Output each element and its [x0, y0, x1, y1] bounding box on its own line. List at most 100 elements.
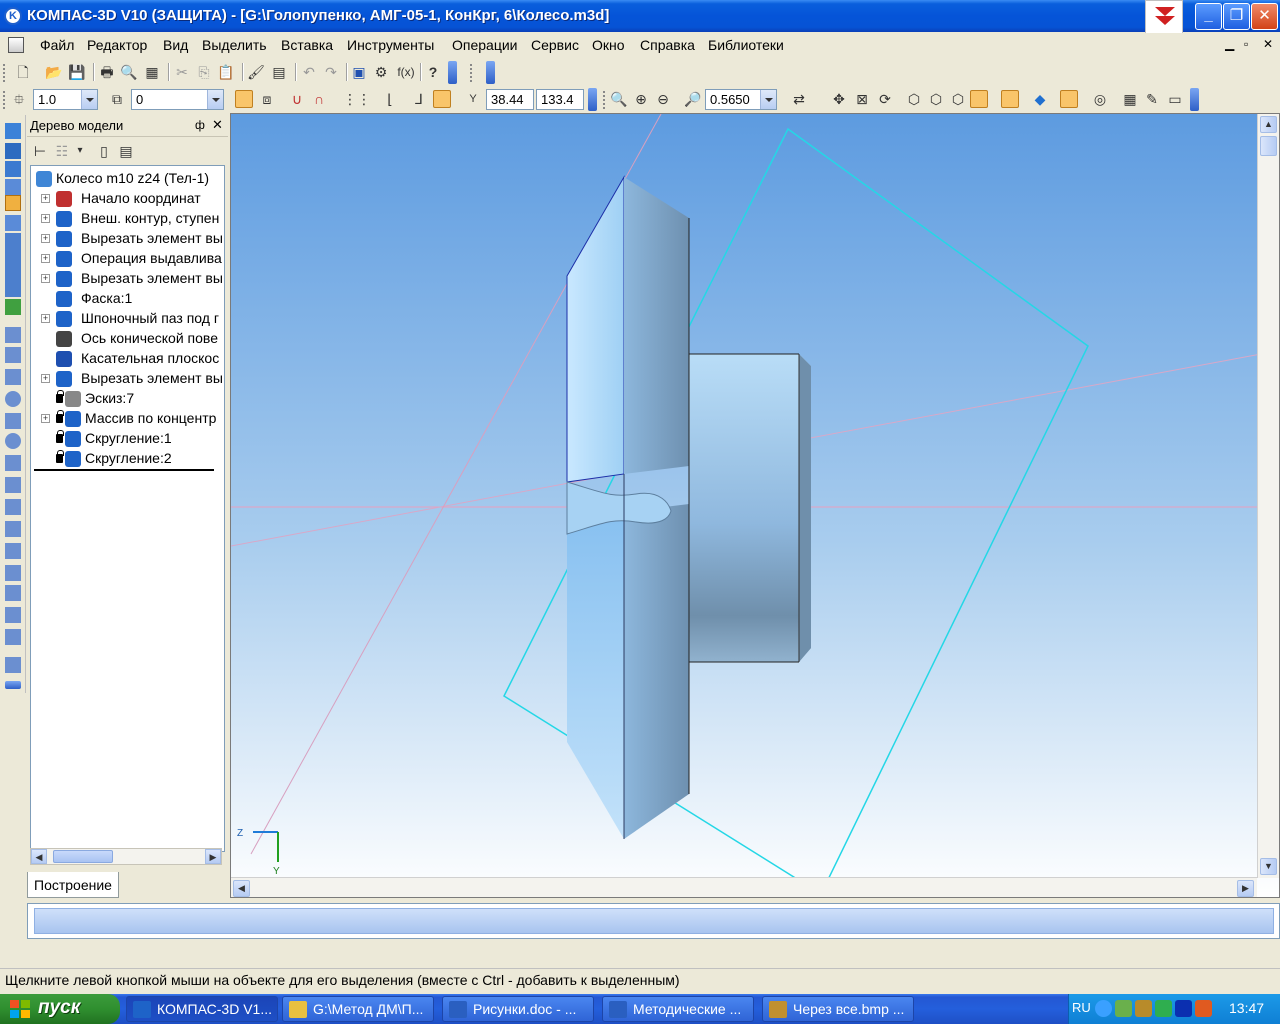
scroll-thumb[interactable]: [1260, 136, 1277, 156]
kompas-collapse-icon[interactable]: [1145, 0, 1183, 34]
tray-player-icon[interactable]: [1175, 1000, 1192, 1017]
chevron-down-icon[interactable]: [207, 90, 223, 109]
tree-item[interactable]: + Начало координат: [31, 189, 224, 209]
tree-item[interactable]: Скругление:2: [31, 449, 224, 469]
tree-item[interactable]: Фаска:1: [31, 289, 224, 309]
menu-tools[interactable]: Инструменты: [347, 37, 434, 53]
fillet-icon[interactable]: [5, 543, 21, 559]
section-icon[interactable]: [1060, 90, 1078, 108]
auxiliary-geometry-icon[interactable]: [5, 143, 21, 159]
ellipse-icon[interactable]: [5, 433, 21, 449]
minimize-button[interactable]: _: [1195, 3, 1222, 30]
arc-icon[interactable]: [5, 413, 21, 429]
manager-icon[interactable]: ▣: [350, 63, 368, 81]
menu-select[interactable]: Выделить: [202, 37, 267, 53]
menu-help[interactable]: Справка: [640, 37, 695, 53]
circle-icon[interactable]: [5, 391, 21, 407]
taskbar-item[interactable]: КОМПАС-3D V1...: [126, 996, 278, 1022]
wireframe-icon[interactable]: ⬡: [905, 90, 923, 108]
scroll-right-icon[interactable]: ▶: [205, 849, 221, 864]
tray-antivirus-icon[interactable]: [1155, 1000, 1172, 1017]
text-icon[interactable]: [5, 281, 21, 297]
layer-combo[interactable]: 0: [131, 89, 224, 110]
tree-item[interactable]: + Вырезать элемент вы: [31, 269, 224, 289]
menu-operations[interactable]: Операции: [452, 37, 518, 53]
print-icon[interactable]: 🖶: [98, 63, 116, 81]
spatial-curves-icon[interactable]: [5, 233, 21, 249]
tree-item[interactable]: + Вырезать элемент вы: [31, 369, 224, 389]
property-panel-body[interactable]: [34, 908, 1274, 934]
title-bar[interactable]: K КОМПАС-3D V10 (ЗАЩИТА) - [G:\Голопупен…: [0, 0, 1280, 34]
chamfer-icon[interactable]: [5, 521, 21, 537]
3d-viewport[interactable]: Z Y: [230, 113, 1280, 898]
snap-cube-icon[interactable]: ⧈: [258, 90, 276, 108]
shaded-edges-icon[interactable]: [1001, 90, 1019, 108]
expand-icon[interactable]: +: [41, 234, 50, 243]
menu-view[interactable]: Вид: [163, 37, 188, 53]
zoom-window-icon[interactable]: 🔍: [610, 90, 628, 108]
diagnostics-icon[interactable]: ▦: [1121, 90, 1139, 108]
snap-active-icon[interactable]: [235, 90, 253, 108]
tree-item[interactable]: + Операция выдавлива: [31, 249, 224, 269]
parametrization-icon[interactable]: [5, 299, 21, 315]
fx-icon[interactable]: f(x): [395, 63, 417, 81]
zoom-all-icon[interactable]: ⊠: [853, 90, 871, 108]
menu-insert[interactable]: Вставка: [281, 37, 333, 53]
maximize-button[interactable]: ❐: [1223, 3, 1250, 30]
tree-item[interactable]: Скругление:1: [31, 429, 224, 449]
magnet-off-icon[interactable]: ∩: [310, 90, 328, 108]
project-icon[interactable]: [5, 657, 21, 673]
expand-icon[interactable]: +: [41, 374, 50, 383]
redo-icon[interactable]: ↷: [322, 63, 340, 81]
kompas-app-icon[interactable]: K: [4, 7, 22, 25]
hidden-lines-icon[interactable]: ⬡: [927, 90, 945, 108]
open-folder-icon[interactable]: 📂: [45, 63, 63, 81]
tree-order-icon[interactable]: ☷: [53, 142, 71, 160]
tree-view-icon[interactable]: ▯: [95, 142, 113, 160]
measure-tools-icon[interactable]: [5, 265, 21, 281]
menu-editor[interactable]: Редактор: [87, 37, 147, 53]
tray-network-icon[interactable]: [1115, 1000, 1132, 1017]
help-pointer-icon[interactable]: ?: [424, 63, 442, 81]
menu-libraries[interactable]: Библиотеки: [708, 37, 784, 53]
mdi-restore-button[interactable]: ▫: [1244, 37, 1248, 51]
scroll-down-icon[interactable]: ▼: [1260, 858, 1277, 875]
segment-icon[interactable]: [5, 369, 21, 385]
nurbs-icon[interactable]: [5, 477, 21, 493]
hatch-icon[interactable]: [5, 607, 21, 623]
tree-root[interactable]: Колесо m10 z24 (Тел-1): [31, 169, 224, 189]
surfaces-icon[interactable]: [5, 179, 21, 195]
expand-icon[interactable]: +: [41, 274, 50, 283]
rotate-icon[interactable]: ⟳: [876, 90, 894, 108]
cut-icon[interactable]: ✂: [173, 63, 191, 81]
save-icon[interactable]: 💾: [68, 63, 86, 81]
menu-window[interactable]: Окно: [592, 37, 625, 53]
offset-icon[interactable]: [5, 629, 21, 645]
taskbar-item[interactable]: Рисунки.doc - ...: [442, 996, 594, 1022]
library-icon[interactable]: ▭: [1166, 90, 1184, 108]
expand-icon[interactable]: +: [41, 254, 50, 263]
hidden-thin-icon[interactable]: ⬡: [949, 90, 967, 108]
close-icon[interactable]: ✕: [212, 117, 223, 133]
cursor-snap-icon[interactable]: [433, 90, 451, 108]
taskbar-item[interactable]: Через все.bmp ...: [762, 996, 914, 1022]
tree-item[interactable]: Эскиз:7: [31, 389, 224, 409]
tree-item[interactable]: + Внеш. контур, ступен: [31, 209, 224, 229]
polygon-icon[interactable]: [5, 565, 21, 581]
expand-icon[interactable]: +: [41, 214, 50, 223]
copy-icon[interactable]: ⎘: [195, 63, 213, 81]
expand-icon[interactable]: +: [41, 194, 50, 203]
sketch-active-icon[interactable]: [5, 195, 21, 211]
measure-icon[interactable]: ✎: [1143, 90, 1161, 108]
taskbar-item[interactable]: G:\Метод ДМ\П...: [282, 996, 434, 1022]
undo-icon[interactable]: ↶: [300, 63, 318, 81]
chevron-down-icon[interactable]: [760, 90, 776, 109]
tree-properties-icon[interactable]: ▤: [117, 142, 135, 160]
spline-icon[interactable]: [5, 455, 21, 471]
format-brush-icon[interactable]: 🖌: [247, 63, 265, 81]
tree-end-marker[interactable]: [34, 469, 214, 471]
tree-item[interactable]: + Шпоночный паз под г: [31, 309, 224, 329]
properties-icon[interactable]: ▦: [143, 63, 161, 81]
zoom-in-icon[interactable]: ⊕: [632, 90, 650, 108]
list-icon[interactable]: ▤: [270, 63, 288, 81]
